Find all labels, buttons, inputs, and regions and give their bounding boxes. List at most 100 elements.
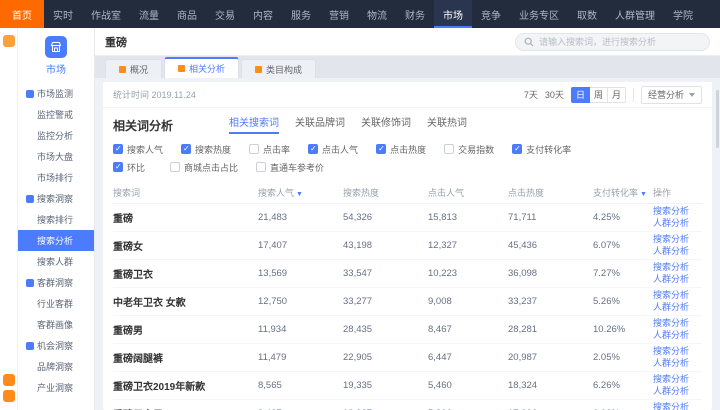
- subtab[interactable]: 相关搜索词: [229, 114, 279, 134]
- sidebar-item[interactable]: 市场排行: [18, 167, 94, 188]
- sidebar-item[interactable]: 客群画像: [18, 314, 94, 335]
- value-cell: 12,750: [258, 296, 343, 307]
- nav-item[interactable]: 作战室: [82, 0, 130, 28]
- metric-checkbox[interactable]: 点击热度: [376, 143, 426, 156]
- crowd-analysis-link[interactable]: 人群分析: [653, 358, 702, 369]
- metric-checkbox[interactable]: 点击人气: [308, 143, 358, 156]
- column-header[interactable]: 搜索人气▼: [258, 186, 343, 199]
- period-button[interactable]: 周: [590, 87, 608, 103]
- search-analysis-link[interactable]: 搜索分析: [653, 318, 702, 329]
- table-header: 搜索词搜索人气▼搜索热度点击人气点击热度支付转化率▼操作: [113, 182, 702, 204]
- metric-checkbox[interactable]: 点击率: [249, 143, 290, 156]
- tab-label: 类目构成: [266, 63, 302, 76]
- nav-item[interactable]: 人群管理: [606, 0, 664, 28]
- sidebar-item[interactable]: 搜索分析: [18, 230, 94, 251]
- analysis-dropdown[interactable]: 经营分析: [641, 86, 702, 104]
- storefront-icon: [50, 41, 62, 53]
- crowd-analysis-link[interactable]: 人群分析: [653, 246, 702, 257]
- tab[interactable]: 类目构成: [241, 59, 316, 78]
- search-analysis-link[interactable]: 搜索分析: [653, 402, 702, 410]
- search-analysis-link[interactable]: 搜索分析: [653, 346, 702, 357]
- sidebar-module-market[interactable]: 市场: [18, 28, 94, 83]
- sidebar-item[interactable]: 客群洞察: [18, 272, 94, 293]
- nav-item[interactable]: 营销: [320, 0, 358, 28]
- range-button[interactable]: 30天: [545, 88, 564, 101]
- crowd-analysis-link[interactable]: 人群分析: [653, 330, 702, 341]
- keyword-cell: 重磅男: [113, 322, 258, 337]
- keyword-cell: 重磅女: [113, 238, 258, 253]
- crowd-analysis-link[interactable]: 人群分析: [653, 274, 702, 285]
- search-analysis-link[interactable]: 搜索分析: [653, 290, 702, 301]
- nav-item[interactable]: 服务: [282, 0, 320, 28]
- search-analysis-link[interactable]: 搜索分析: [653, 206, 702, 217]
- metric-label: 点击热度: [390, 143, 426, 156]
- sidebar-item-label: 客群画像: [37, 318, 73, 331]
- sidebar-item[interactable]: 搜索人群: [18, 251, 94, 272]
- keyword-search-box[interactable]: [515, 33, 710, 51]
- sidebar-item[interactable]: 监控分析: [18, 125, 94, 146]
- nav-item[interactable]: 流量: [130, 0, 168, 28]
- search-analysis-link[interactable]: 搜索分析: [653, 262, 702, 273]
- sort-desc-icon[interactable]: ▼: [640, 191, 647, 198]
- sidebar-item[interactable]: 机会洞察: [18, 335, 94, 356]
- subtab[interactable]: 关联修饰词: [361, 114, 411, 134]
- sidebar-item[interactable]: 市场大盘: [18, 146, 94, 167]
- metric-checkbox[interactable]: 支付转化率: [512, 143, 571, 156]
- sidebar-item[interactable]: 产业洞察: [18, 377, 94, 398]
- sidebar-item[interactable]: 监控警戒: [18, 104, 94, 125]
- feedback-icon[interactable]: [3, 390, 15, 402]
- column-header: 搜索热度: [343, 186, 428, 199]
- rail-bottom: [3, 372, 15, 404]
- period-button[interactable]: 日: [571, 87, 590, 103]
- search-analysis-link[interactable]: 搜索分析: [653, 234, 702, 245]
- apps-icon[interactable]: [3, 35, 15, 47]
- metric-filters: 搜索人气 搜索热度 点击率 点击人气 点击热度 交易指数 支付转化率 环比商城点击占比 直通车…: [113, 140, 702, 176]
- tab[interactable]: 相关分析: [164, 57, 239, 78]
- crowd-analysis-link[interactable]: 人群分析: [653, 386, 702, 397]
- metric-checkbox[interactable]: 交易指数: [444, 143, 494, 156]
- period-button[interactable]: 月: [608, 87, 626, 103]
- subtab[interactable]: 关联品牌词: [295, 114, 345, 134]
- metric-checkbox[interactable]: 搜索热度: [181, 143, 231, 156]
- nav-item[interactable]: 取数: [568, 0, 606, 28]
- crowd-analysis-link[interactable]: 人群分析: [653, 302, 702, 313]
- search-analysis-link[interactable]: 搜索分析: [653, 374, 702, 385]
- sidebar-item[interactable]: 行业客群: [18, 293, 94, 314]
- row-actions: 搜索分析人群分析: [653, 206, 702, 229]
- sidebar-item[interactable]: 搜索排行: [18, 209, 94, 230]
- section-title: 相关词分析: [113, 117, 173, 134]
- sidebar-item[interactable]: 品牌洞察: [18, 356, 94, 377]
- column-header-label: 点击热度: [508, 188, 544, 198]
- search-input[interactable]: [539, 37, 701, 47]
- column-header[interactable]: 支付转化率▼: [593, 186, 653, 199]
- value-cell: 22,905: [343, 352, 428, 363]
- nav-item[interactable]: 物流: [358, 0, 396, 28]
- help-icon[interactable]: [3, 374, 15, 386]
- nav-item[interactable]: 学院: [664, 0, 702, 28]
- nav-item[interactable]: 商品: [168, 0, 206, 28]
- nav-item[interactable]: 内容: [244, 0, 282, 28]
- nav-item[interactable]: 市场: [434, 0, 472, 28]
- nav-item[interactable]: 首页: [0, 0, 44, 28]
- row-actions: 搜索分析人群分析: [653, 402, 702, 410]
- nav-item[interactable]: 竞争: [472, 0, 510, 28]
- range-button[interactable]: 7天: [524, 88, 538, 101]
- nav-item[interactable]: 交易: [206, 0, 244, 28]
- nav-item[interactable]: 业务专区: [510, 0, 568, 28]
- tab[interactable]: 概况: [105, 59, 162, 78]
- metric-checkbox[interactable]: 搜索人气: [113, 143, 163, 156]
- nav-item[interactable]: 财务: [396, 0, 434, 28]
- nav-item[interactable]: 实时: [44, 0, 82, 28]
- left-rail: [0, 28, 18, 410]
- scrollbar[interactable]: [716, 90, 719, 148]
- subtab[interactable]: 关联热词: [427, 114, 467, 134]
- sidebar-item[interactable]: 搜索洞察: [18, 188, 94, 209]
- metric-label: 点击率: [263, 143, 290, 156]
- metric-checkbox[interactable]: 环比: [113, 161, 170, 174]
- sidebar-item[interactable]: 市场监测: [18, 83, 94, 104]
- column-header-label: 搜索热度: [343, 188, 379, 198]
- metric-checkbox[interactable]: 直通车参考价: [256, 161, 324, 174]
- crowd-analysis-link[interactable]: 人群分析: [653, 218, 702, 229]
- sort-desc-icon[interactable]: ▼: [296, 191, 303, 198]
- metric-checkbox[interactable]: 商城点击占比: [170, 161, 238, 174]
